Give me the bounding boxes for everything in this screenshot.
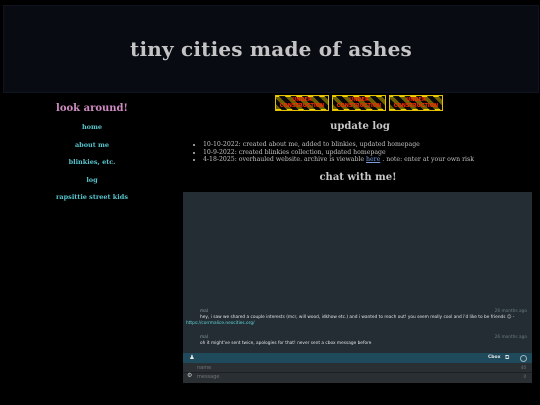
message-time: 26 months ago bbox=[494, 309, 527, 314]
cbox-brand-link[interactable]: Cbox bbox=[488, 355, 501, 360]
under-construction-banner: UNDER CONSTRUCTION bbox=[389, 95, 443, 111]
update-text: . note: enter at your own risk bbox=[380, 156, 474, 164]
message-author: mal bbox=[200, 309, 209, 314]
site-title: tiny cities made of ashes bbox=[130, 37, 412, 61]
message-time: 26 months ago bbox=[494, 335, 527, 340]
message-text: hey, i saw we shared a couple interests … bbox=[200, 315, 515, 320]
nav-link-log[interactable]: log bbox=[40, 176, 144, 184]
chat-form: 40 ⚙ 0 bbox=[183, 363, 532, 383]
chat-box: mal 26 months ago hey, i saw we shared a… bbox=[183, 192, 532, 383]
banner-row: UNDER CONSTRUCTION UNDER CONSTRUCTION UN… bbox=[275, 95, 443, 111]
message-meta: mal 26 months ago bbox=[183, 309, 532, 315]
archive-link[interactable]: here bbox=[366, 156, 380, 163]
update-log-list: 10-10-2022: created about me, added to b… bbox=[193, 141, 474, 164]
message-char-count: 0 bbox=[523, 374, 526, 379]
popout-icon[interactable]: ⧉ bbox=[505, 354, 509, 362]
sidebar-nav: look around! home about me blinkies, etc… bbox=[40, 103, 144, 211]
banner-text: UNDER CONSTRUCTION bbox=[276, 97, 328, 109]
chat-heading: chat with me! bbox=[319, 172, 397, 183]
message-link[interactable]: https://corrmalice.neocities.org/ bbox=[186, 321, 255, 326]
update-log-item: 4-18-2025: overhauled website. archive i… bbox=[203, 156, 474, 164]
update-log-item: 10-10-2022: created about me, added to b… bbox=[203, 141, 474, 149]
name-char-count: 40 bbox=[520, 365, 526, 370]
banner-text: UNDER CONSTRUCTION bbox=[333, 97, 385, 109]
gear-icon[interactable]: ⚙ bbox=[187, 372, 192, 379]
nav-link-home[interactable]: home bbox=[40, 123, 144, 131]
update-log-heading: update log bbox=[330, 121, 390, 132]
under-construction-banner: UNDER CONSTRUCTION bbox=[275, 95, 329, 111]
chat-message: mal 26 months ago hey, i saw we shared a… bbox=[183, 309, 532, 328]
message-field[interactable] bbox=[197, 373, 527, 381]
chat-message: mal 26 months ago oh it might've sent tw… bbox=[183, 335, 532, 347]
update-log-item: 10-9-2022: created blinkies collection, … bbox=[203, 149, 474, 157]
chat-toolbar: ♟ Cbox ⧉ bbox=[183, 353, 532, 363]
under-construction-banner: UNDER CONSTRUCTION bbox=[332, 95, 386, 111]
message-body: hey, i saw we shared a couple interests … bbox=[183, 315, 532, 328]
message-text: oh it might've sent twice, apologies for… bbox=[200, 341, 372, 346]
message-body: oh it might've sent twice, apologies for… bbox=[183, 341, 532, 347]
name-field[interactable] bbox=[197, 364, 527, 372]
nav-link-blinkies[interactable]: blinkies, etc. bbox=[40, 158, 144, 166]
message-meta: mal 26 months ago bbox=[183, 335, 532, 341]
message-author: mal bbox=[200, 335, 209, 340]
nav-link-about-me[interactable]: about me bbox=[40, 141, 144, 149]
site-header: tiny cities made of ashes bbox=[3, 5, 539, 93]
sidebar-heading: look around! bbox=[56, 103, 128, 114]
user-icon[interactable]: ♟ bbox=[188, 354, 196, 362]
refresh-icon[interactable] bbox=[520, 354, 527, 362]
update-text: 4-18-2025: overhauled website. archive i… bbox=[203, 156, 367, 164]
nav-link-rapsittie-street-kids[interactable]: rapsittie street kids bbox=[40, 193, 144, 201]
banner-text: UNDER CONSTRUCTION bbox=[390, 97, 442, 109]
